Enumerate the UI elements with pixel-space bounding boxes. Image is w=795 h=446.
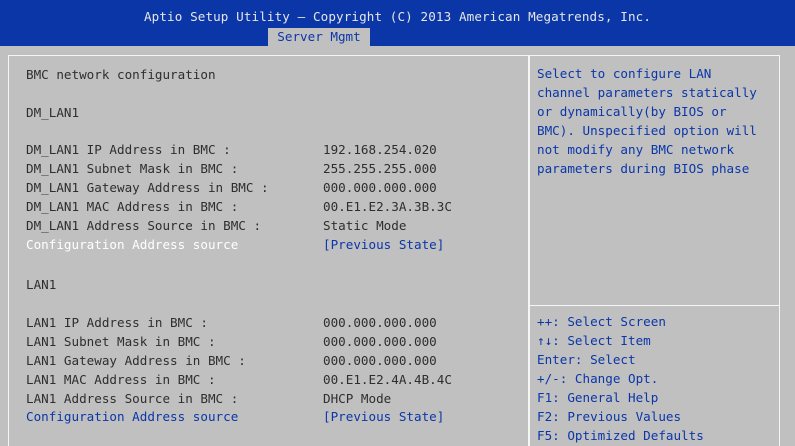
key-hint-f5: F5: Optimized Defaults xyxy=(537,428,704,443)
lan1-mac-label: LAN1 MAC Address in BMC : xyxy=(26,372,216,387)
dm-lan1-section-title: DM_LAN1 xyxy=(26,105,80,120)
tab-server-mgmt[interactable]: Server Mgmt xyxy=(268,28,370,46)
key-hint-change-opt: +/-: Change Opt. xyxy=(537,371,659,386)
dm-lan1-ip-label: DM_LAN1 IP Address in BMC : xyxy=(26,142,231,157)
dm-lan1-gateway-value: 000.000.000.000 xyxy=(323,180,437,195)
lan1-config-source-value[interactable]: [Previous State] xyxy=(323,409,444,424)
help-panel: Select to configure LAN channel paramete… xyxy=(528,55,780,446)
help-text-line: parameters during BIOS phase xyxy=(537,161,750,176)
lan1-source-label: LAN1 Address Source in BMC : xyxy=(26,391,239,406)
dm-lan1-gateway-label: DM_LAN1 Gateway Address in BMC : xyxy=(26,180,269,195)
help-divider xyxy=(529,305,779,306)
lan1-section-title: LAN1 xyxy=(26,277,57,292)
dm-lan1-mac-value: 00.E1.E2.3A.3B.3C xyxy=(323,199,452,214)
lan1-subnet-value: 000.000.000.000 xyxy=(323,334,437,349)
dm-lan1-source-value: Static Mode xyxy=(323,218,407,233)
dm-lan1-subnet-label: DM_LAN1 Subnet Mask in BMC : xyxy=(26,161,239,176)
help-text-line: Select to configure LAN xyxy=(537,66,712,81)
dm-lan1-source-label: DM_LAN1 Address Source in BMC : xyxy=(26,218,262,233)
help-text-line: channel parameters statically xyxy=(537,85,757,100)
lan1-config-source-option[interactable]: Configuration Address source xyxy=(26,409,238,424)
dm-lan1-config-source-value[interactable]: [Previous State] xyxy=(323,237,444,252)
key-hint-select-item: ↑↓: Select Item xyxy=(537,333,651,348)
lan1-mac-value: 00.E1.E2.4A.4B.4C xyxy=(323,372,452,387)
title-bar: Aptio Setup Utility – Copyright (C) 2013… xyxy=(0,0,795,46)
help-text-line: BMC). Unspecified option will xyxy=(537,123,757,138)
key-hint-select-screen: ++: Select Screen xyxy=(537,314,666,329)
window-title: Aptio Setup Utility – Copyright (C) 2013… xyxy=(143,9,652,24)
lan1-gateway-label: LAN1 Gateway Address in BMC : xyxy=(26,353,246,368)
help-text-line: not modify any BMC network xyxy=(537,142,735,157)
help-text-line: or dynamically(by BIOS or xyxy=(537,104,727,119)
lan1-subnet-label: LAN1 Subnet Mask in BMC : xyxy=(26,334,216,349)
dm-lan1-mac-label: DM_LAN1 MAC Address in BMC : xyxy=(26,199,239,214)
settings-panel: BMC network configuration DM_LAN1 DM_LAN… xyxy=(8,55,530,446)
dm-lan1-subnet-value: 255.255.255.000 xyxy=(323,161,437,176)
lan1-ip-label: LAN1 IP Address in BMC : xyxy=(26,315,208,330)
lan1-source-value: DHCP Mode xyxy=(323,391,392,406)
key-hint-f2: F2: Previous Values xyxy=(537,409,682,424)
key-hint-f1: F1: General Help xyxy=(537,390,659,405)
dm-lan1-ip-value: 192.168.254.020 xyxy=(323,142,437,157)
lan1-gateway-value: 000.000.000.000 xyxy=(323,353,437,368)
lan1-ip-value: 000.000.000.000 xyxy=(323,315,437,330)
panel-heading: BMC network configuration xyxy=(26,67,216,82)
key-hint-enter: Enter: Select xyxy=(537,352,636,367)
dm-lan1-config-source-option[interactable]: Configuration Address source xyxy=(26,237,238,252)
